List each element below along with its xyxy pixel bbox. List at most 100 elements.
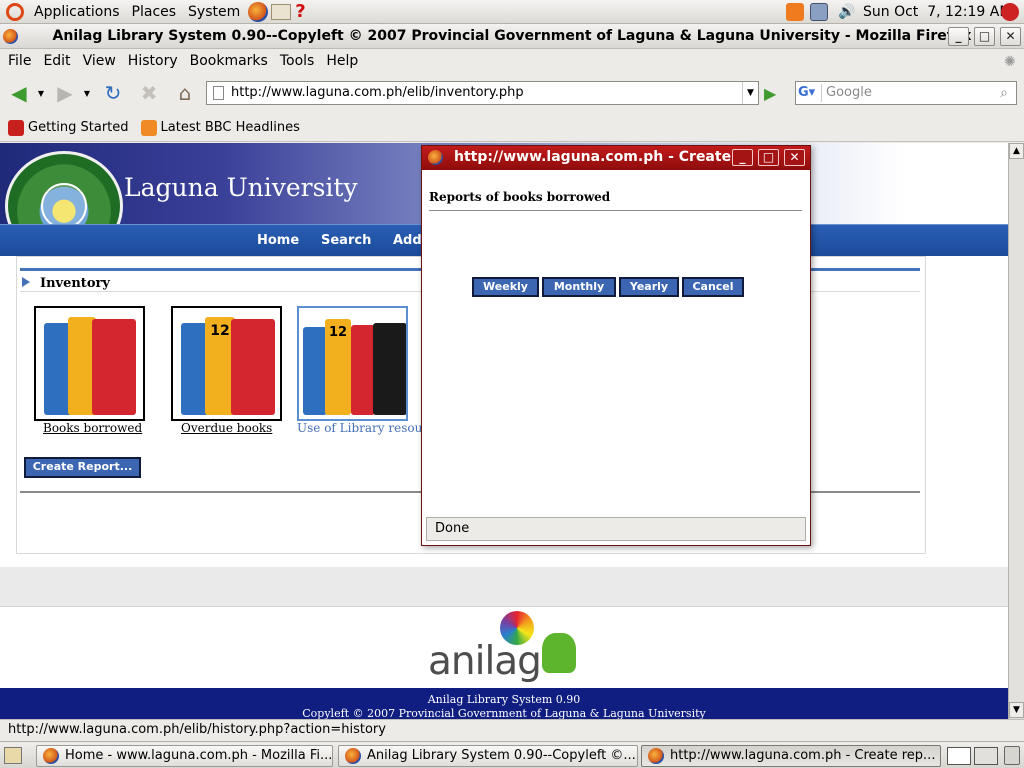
anilag-bookworm-icon	[542, 633, 576, 673]
footer-line-2: Copyleft © 2007 Provincial Government of…	[302, 707, 706, 719]
firefox-task-icon	[345, 748, 361, 764]
back-button-icon[interactable]: ◀	[6, 80, 32, 106]
network-icon[interactable]	[810, 3, 828, 21]
volume-icon[interactable]: 🔊	[836, 3, 858, 21]
popup-heading: Reports of books borrowed	[429, 190, 611, 204]
reload-icon[interactable]: ↻	[100, 80, 126, 106]
book-red-icon	[92, 319, 136, 415]
workspace-1[interactable]	[947, 747, 971, 765]
places-menu[interactable]: Places	[126, 0, 183, 24]
create-report-popup: http://www.laguna.com.ph - Create r _ □ …	[421, 145, 811, 546]
page-icon	[213, 86, 224, 100]
search-placeholder: Google	[826, 85, 872, 100]
task-anilag-window[interactable]: Anilag Library System 0.90--Copyleft ©..…	[338, 745, 638, 767]
google-engine-icon[interactable]: G▾	[798, 84, 822, 102]
forward-button-icon[interactable]: ▶	[52, 80, 78, 106]
forward-history-dropdown-icon[interactable]: ▼	[82, 80, 92, 106]
book-red-icon	[231, 319, 275, 415]
maximize-button[interactable]: □	[974, 27, 995, 46]
site-footer: Anilag Library System 0.90 Copyleft © 20…	[0, 688, 1008, 719]
books-borrowed-thumbnail[interactable]	[34, 306, 145, 421]
throbber-icon: ✺	[1004, 54, 1016, 70]
popup-firefox-icon	[428, 150, 443, 165]
applications-menu[interactable]: Applications	[28, 0, 126, 24]
bookmark-getting-started[interactable]: Getting Started	[8, 119, 129, 136]
content-footer-band	[0, 567, 1008, 607]
update-notifier-icon[interactable]	[786, 3, 804, 21]
quit-button-icon[interactable]	[1001, 3, 1019, 21]
workspace-2[interactable]	[974, 747, 998, 765]
trash-icon[interactable]	[1004, 746, 1020, 765]
anilag-brand-text: anilag	[428, 639, 542, 684]
popup-maximize-button[interactable]: □	[758, 149, 779, 166]
university-title: Laguna University	[124, 173, 358, 202]
close-button[interactable]: ✕	[1000, 27, 1021, 46]
popup-divider	[429, 210, 802, 211]
status-bar: http://www.laguna.com.ph/elib/history.ph…	[0, 719, 1024, 741]
firefox-window-icon	[3, 29, 18, 44]
help-launcher-icon[interactable]: ?	[295, 1, 305, 22]
search-icon[interactable]: ⌕	[994, 83, 1014, 103]
yearly-button[interactable]: Yearly	[619, 277, 679, 297]
library-resources-thumbnail[interactable]: 12	[297, 306, 408, 421]
firefox-task-icon	[43, 748, 59, 764]
nav-add[interactable]: Add	[393, 233, 422, 248]
books-borrowed-link[interactable]: Books borrowed	[43, 421, 142, 435]
go-button-icon[interactable]: ▶	[764, 84, 776, 103]
show-desktop-icon[interactable]	[4, 747, 22, 764]
scroll-up-icon[interactable]: ▲	[1009, 143, 1024, 159]
bookmarks-toolbar: Getting Started Latest BBC Headlines	[0, 114, 1024, 142]
stop-icon[interactable]: ✖	[136, 80, 162, 106]
popup-status-bar: Done	[426, 517, 806, 541]
clock[interactable]: Sun Oct 7, 12:19 AM	[863, 4, 1011, 20]
menu-history[interactable]: History	[122, 49, 184, 74]
monthly-button[interactable]: Monthly	[542, 277, 616, 297]
mail-launcher-icon[interactable]	[271, 3, 292, 20]
footer-line-1: Anilag Library System 0.90	[427, 693, 581, 706]
logo-seal-icon	[41, 183, 87, 229]
search-field[interactable]: G▾ Google ⌕	[795, 81, 1017, 105]
menu-bookmarks[interactable]: Bookmarks	[184, 49, 274, 74]
vertical-scrollbar[interactable]: ▲ ▼	[1008, 143, 1024, 719]
url-field[interactable]: http://www.laguna.com.ph/elib/inventory.…	[206, 81, 759, 105]
top-panel: Applications Places System ? 🔊 Sun Oct 7…	[0, 0, 1024, 24]
firefox-task-icon	[648, 748, 664, 764]
url-dropdown-icon[interactable]: ▼	[742, 82, 758, 104]
library-resources-link[interactable]: Use of Library resour	[297, 421, 428, 435]
firefox-launcher-icon[interactable]	[248, 1, 269, 22]
nav-home[interactable]: Home	[257, 233, 299, 248]
ubuntu-logo-icon[interactable]	[6, 2, 24, 21]
weekly-button[interactable]: Weekly	[472, 277, 539, 297]
overdue-books-thumbnail[interactable]: 12	[171, 306, 282, 421]
task-create-report-window[interactable]: http://www.laguna.com.ph - Create rep...	[641, 745, 941, 767]
url-text: http://www.laguna.com.ph/elib/inventory.…	[231, 85, 524, 100]
create-report-button[interactable]: Create Report...	[24, 457, 141, 478]
rss-feed-icon	[140, 119, 157, 136]
getting-started-icon	[8, 119, 24, 136]
scroll-down-icon[interactable]: ▼	[1009, 702, 1024, 718]
bottom-taskbar: Home - www.laguna.com.ph - Mozilla Fi...…	[0, 741, 1024, 768]
menu-edit[interactable]: Edit	[37, 49, 76, 74]
popup-title: http://www.laguna.com.ph - Create r	[454, 149, 743, 165]
nav-search[interactable]: Search	[321, 233, 371, 248]
home-icon[interactable]: ⌂	[172, 80, 198, 106]
book-clock-icon: 12	[325, 319, 351, 415]
book-black-icon	[373, 323, 406, 415]
window-title: Anilag Library System 0.90--Copyleft © 2…	[52, 28, 972, 44]
menu-view[interactable]: View	[77, 49, 122, 74]
bookmark-bbc-headlines[interactable]: Latest BBC Headlines	[140, 119, 300, 136]
minimize-button[interactable]: _	[948, 27, 969, 46]
task-home-window[interactable]: Home - www.laguna.com.ph - Mozilla Fi...	[36, 745, 333, 767]
popup-status-text: Done	[435, 521, 470, 536]
system-menu[interactable]: System	[182, 0, 246, 24]
overdue-books-link[interactable]: Overdue books	[181, 421, 272, 435]
cancel-button[interactable]: Cancel	[682, 277, 744, 297]
menu-tools[interactable]: Tools	[274, 49, 321, 74]
status-text: http://www.laguna.com.ph/elib/history.ph…	[8, 722, 386, 737]
popup-close-button[interactable]: ✕	[784, 149, 805, 166]
menu-file[interactable]: File	[2, 49, 37, 74]
window-titlebar: Anilag Library System 0.90--Copyleft © 2…	[0, 24, 1024, 49]
popup-minimize-button[interactable]: _	[732, 149, 753, 166]
menu-help[interactable]: Help	[320, 49, 364, 74]
back-history-dropdown-icon[interactable]: ▼	[36, 80, 46, 106]
